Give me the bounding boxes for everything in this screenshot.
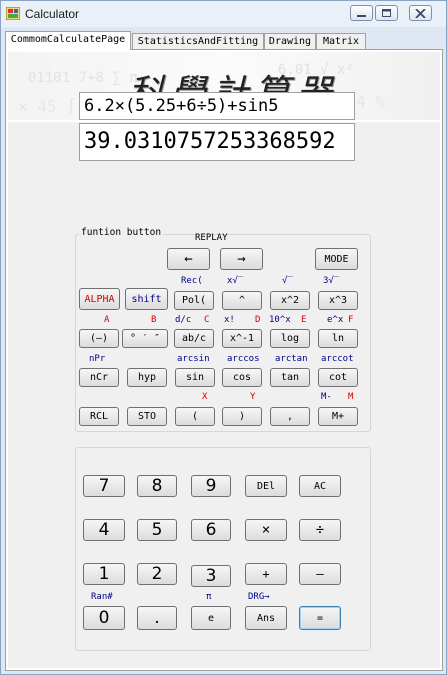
close-icon [415, 9, 426, 18]
c-label: C [204, 315, 210, 325]
cot-button[interactable]: cot [318, 368, 358, 387]
factorial-label: x! [224, 315, 235, 325]
euler-e-button[interactable]: e [191, 606, 231, 630]
calculator-window: Calculator CommomCalculatePage Statistic… [0, 0, 447, 675]
f-label: F [348, 315, 354, 325]
add-button[interactable]: + [245, 563, 287, 585]
rec-label: Rec( [181, 276, 203, 286]
title-bar[interactable]: Calculator [1, 1, 446, 27]
arcsin-label: arcsin [177, 354, 210, 364]
sqrt-label: √‾ [282, 276, 293, 286]
tab-strip: CommomCalculatePage StatisticsAndFitting… [5, 31, 445, 50]
decimal-point-button[interactable]: . [137, 606, 177, 630]
exp-label: e^x [327, 315, 344, 325]
cos-button[interactable]: cos [222, 368, 262, 387]
key-7[interactable]: 7 [83, 475, 125, 497]
m-minus-label: M- [321, 392, 332, 402]
tab-common-calculate[interactable]: CommomCalculatePage [5, 31, 131, 50]
replay-label: REPLAY [195, 233, 228, 243]
x-label: X [202, 392, 208, 402]
key-2[interactable]: 2 [137, 563, 177, 585]
delete-button[interactable]: DEl [245, 475, 287, 497]
sin-button[interactable]: sin [175, 368, 215, 387]
key-6[interactable]: 6 [191, 519, 231, 541]
subtract-button[interactable]: – [299, 563, 341, 585]
key-3[interactable]: 3 [191, 565, 231, 587]
multiply-button[interactable]: × [245, 519, 287, 541]
tab-drawing[interactable]: Drawing [264, 33, 316, 49]
right-paren-button[interactable]: ) [222, 407, 262, 426]
log-button[interactable]: log [270, 329, 310, 348]
ln-button[interactable]: ln [318, 329, 358, 348]
e-label: E [301, 315, 307, 325]
divide-button[interactable]: ÷ [299, 519, 341, 541]
tan-button[interactable]: tan [270, 368, 310, 387]
comma-button[interactable]: , [270, 407, 310, 426]
close-button[interactable] [409, 5, 432, 21]
ans-button[interactable]: Ans [245, 606, 287, 630]
pol-button[interactable]: Pol( [174, 291, 214, 310]
right-arrow-button[interactable]: → [220, 248, 263, 270]
equals-button[interactable]: = [299, 606, 341, 630]
svg-text:× 45 ∫: × 45 ∫ [18, 97, 76, 116]
ncr-button[interactable]: nCr [79, 368, 119, 387]
alpha-button[interactable]: ALPHA [79, 288, 120, 310]
maximize-icon [382, 9, 391, 17]
left-arrow-button[interactable]: ← [167, 248, 210, 270]
reciprocal-button[interactable]: x^-1 [222, 329, 262, 348]
npr-label: nPr [89, 354, 106, 364]
maximize-button[interactable] [375, 5, 398, 21]
left-paren-button[interactable]: ( [175, 407, 215, 426]
key-8[interactable]: 8 [137, 475, 177, 497]
key-1[interactable]: 1 [83, 563, 125, 585]
expression-display[interactable]: 6.2×(5.25+6÷5)+sin5 [79, 92, 355, 120]
cbrt-label: 3√‾ [323, 276, 340, 286]
key-4[interactable]: 4 [83, 519, 125, 541]
square-button[interactable]: x^2 [270, 291, 310, 310]
xroot-label: x√‾ [227, 276, 244, 286]
fraction-button[interactable]: ab/c [174, 329, 214, 348]
rcl-button[interactable]: RCL [79, 407, 119, 426]
window-title: Calculator [25, 7, 80, 21]
pi-label: π [206, 592, 212, 602]
calculator-app-icon [6, 7, 20, 20]
shift-button[interactable]: shift [125, 288, 168, 310]
all-clear-button[interactable]: AC [299, 475, 341, 497]
degree-minute-second-button[interactable]: ° ′ ″ [122, 329, 168, 348]
negative-button[interactable]: (–) [79, 329, 119, 348]
ten-power-label: 10^x [269, 315, 291, 325]
b-label: B [151, 315, 157, 325]
hyp-button[interactable]: hyp [127, 368, 167, 387]
a-label: A [104, 315, 110, 325]
key-5[interactable]: 5 [137, 519, 177, 541]
y-label: Y [250, 392, 256, 402]
arctan-label: arctan [275, 354, 308, 364]
dc-label: d/c [175, 315, 192, 325]
mode-button[interactable]: MODE [315, 248, 358, 270]
m-label: M [348, 392, 354, 402]
tab-statistics-fitting[interactable]: StatisticsAndFitting [132, 33, 264, 49]
cube-button[interactable]: x^3 [318, 291, 358, 310]
random-label: Ran# [91, 592, 113, 602]
d-label: D [255, 315, 261, 325]
arccot-label: arccot [321, 354, 354, 364]
drg-label: DRG→ [248, 592, 270, 602]
key-9[interactable]: 9 [191, 475, 231, 497]
tab-matrix[interactable]: Matrix [316, 33, 366, 49]
m-plus-button[interactable]: M+ [318, 407, 358, 426]
sto-button[interactable]: STO [127, 407, 167, 426]
result-display: 39.0310757253368592 [79, 123, 355, 161]
power-button[interactable]: ^ [222, 291, 262, 310]
arccos-label: arccos [227, 354, 260, 364]
svg-text:01101 7+8 ∑ π: 01101 7+8 ∑ π [28, 70, 138, 86]
key-0[interactable]: 0 [83, 606, 125, 630]
minimize-icon [357, 15, 366, 17]
minimize-button[interactable] [350, 5, 373, 21]
function-group-label: funtion button [79, 227, 164, 238]
